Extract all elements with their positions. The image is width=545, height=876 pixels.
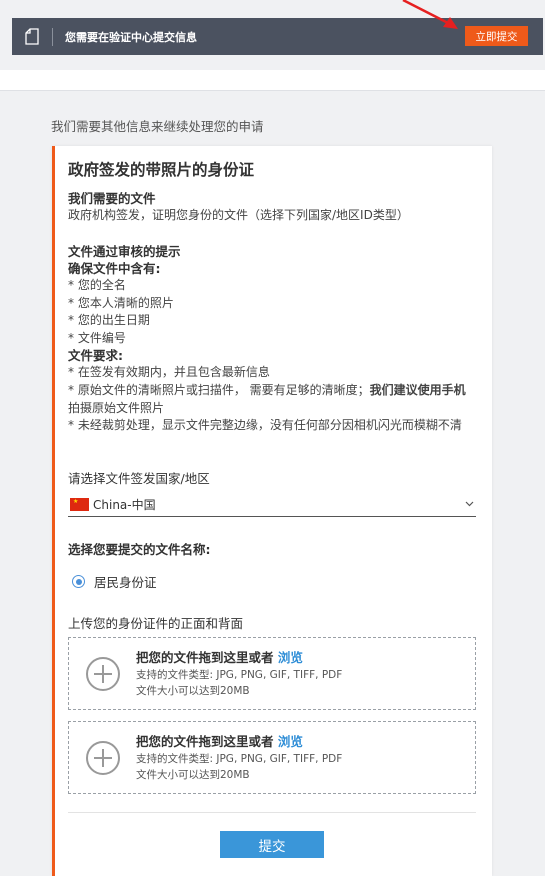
- document-type-option-label: 居民身份证: [94, 575, 157, 590]
- tips-section: 文件通过审核的提示 确保文件中含有: * 您的全名 * 您本人清晰的照片 * 您…: [68, 243, 476, 435]
- country-select[interactable]: ★ China-中国: [68, 492, 476, 517]
- ensure-item: * 您的出生日期: [68, 313, 150, 328]
- country-value: China-中国: [93, 497, 156, 512]
- header-strip: [0, 70, 545, 91]
- add-file-icon[interactable]: [86, 740, 120, 775]
- tips-heading: 文件通过审核的提示: [68, 244, 181, 259]
- id-document-card: 政府签发的带照片的身份证 我们需要的文件 政府机构签发，证明您身份的文件（选择下…: [52, 146, 492, 876]
- needed-section: 我们需要的文件 政府机构签发，证明您身份的文件（选择下列国家/地区ID类型）: [68, 191, 409, 224]
- banner-divider: [52, 27, 53, 46]
- red-arrow-annotation: [402, 0, 458, 29]
- upload-title: 上传您的身份证件的正面和背面: [68, 616, 244, 631]
- chevron-down-icon: [462, 499, 476, 510]
- country-label: 请选择文件签发国家/地区: [68, 471, 210, 486]
- intro-text: 我们需要其他信息来继续处理您的申请: [51, 119, 264, 134]
- needed-text: 政府机构签发，证明您身份的文件（选择下列国家/地区ID类型）: [68, 208, 409, 222]
- submit-now-button[interactable]: 立即提交: [465, 26, 528, 46]
- browse-link[interactable]: 浏览: [278, 734, 303, 749]
- ensure-item: * 您本人清晰的照片: [68, 295, 174, 310]
- dropzone-file-types: 支持的文件类型: JPG, PNG, GIF, TIFF, PDF: [136, 668, 343, 681]
- requirement-text: * 原始文件的清晰照片或扫描件， 需要有足够的清晰度；: [68, 382, 370, 397]
- dropzone-file-size: 文件大小可以达到20MB: [136, 768, 250, 781]
- divider: [68, 812, 476, 813]
- add-file-icon[interactable]: [86, 656, 120, 691]
- ensure-item: * 文件编号: [68, 330, 126, 345]
- submit-button[interactable]: 提交: [220, 831, 324, 858]
- dropzone-instruction: 把您的文件拖到这里或者: [136, 733, 274, 749]
- upload-dropzone-front[interactable]: 把您的文件拖到这里或者 浏览 支持的文件类型: JPG, PNG, GIF, T…: [68, 637, 476, 710]
- dropzone-file-types: 支持的文件类型: JPG, PNG, GIF, TIFF, PDF: [136, 752, 343, 765]
- browse-link[interactable]: 浏览: [278, 650, 303, 665]
- requirement-item: * 在签发有效期内，并且包含最新信息: [68, 365, 270, 380]
- requirement-item: * 未经裁剪处理，显示文件完整边缘，没有任何部分因相机闪光而模糊不清: [68, 418, 462, 433]
- needed-heading: 我们需要的文件: [68, 191, 156, 206]
- ensure-heading: 确保文件中含有:: [68, 261, 161, 276]
- requirement-item: * 原始文件的清晰照片或扫描件， 需要有足够的清晰度；我们建议使用手机拍摄原始文…: [68, 382, 476, 417]
- upload-dropzone-back[interactable]: 把您的文件拖到这里或者 浏览 支持的文件类型: JPG, PNG, GIF, T…: [68, 721, 476, 794]
- requirement-text: 拍摄原始文件照片: [68, 400, 165, 415]
- dropzone-file-size: 文件大小可以达到20MB: [136, 684, 250, 697]
- radio-selected-icon[interactable]: [72, 575, 85, 588]
- document-type-option[interactable]: 居民身份证: [72, 572, 157, 591]
- document-icon: [12, 28, 52, 45]
- requirement-emphasis: 我们建议使用手机: [369, 382, 466, 397]
- requirements-heading: 文件要求:: [68, 348, 123, 364]
- card-title: 政府签发的带照片的身份证: [68, 161, 255, 179]
- dropzone-instruction: 把您的文件拖到这里或者: [136, 649, 274, 665]
- document-type-label: 选择您要提交的文件名称:: [68, 542, 211, 557]
- china-flag-icon: ★: [70, 497, 89, 511]
- ensure-item: * 您的全名: [68, 278, 126, 292]
